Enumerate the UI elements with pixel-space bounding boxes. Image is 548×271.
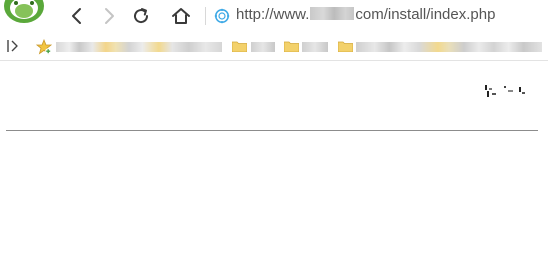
add-favorite-button[interactable] [35,38,53,55]
url-suffix: com/install/index.php [355,6,496,23]
bookmark-item[interactable] [56,42,222,52]
folder-icon[interactable] [232,40,247,52]
address-bar[interactable]: http://www. com/install/index.php [236,6,495,23]
browser-window: http://www. com/install/index.php [0,0,548,271]
home-icon [172,8,190,24]
toolbar-divider [205,7,206,25]
browser-logo-icon[interactable] [2,0,46,26]
sidebar-toggle-button[interactable] [6,38,20,54]
bookmarks-bar [0,34,548,61]
bookmark-folder-label[interactable] [302,42,328,52]
page-heading-fragment [485,85,525,97]
home-button[interactable] [170,5,192,27]
bookmark-item[interactable] [356,42,542,52]
reload-icon [134,8,149,24]
folder-icon[interactable] [338,40,353,52]
add-favorite-star-icon [35,38,53,55]
forward-arrow-icon [105,8,114,24]
url-prefix: http://www. [236,6,310,23]
folder-icon[interactable] [284,40,299,52]
forward-button[interactable] [98,5,120,27]
reload-button[interactable] [130,5,152,27]
site-identity-icon[interactable] [214,8,230,24]
bookmark-folder-label[interactable] [251,42,275,52]
horizontal-rule [6,130,538,131]
sidebar-toggle-icon [7,40,18,52]
back-button[interactable] [66,5,88,27]
page-content [0,61,548,271]
url-redacted-domain [310,7,355,20]
back-arrow-icon [72,8,81,24]
navigation-toolbar: http://www. com/install/index.php [0,0,548,34]
